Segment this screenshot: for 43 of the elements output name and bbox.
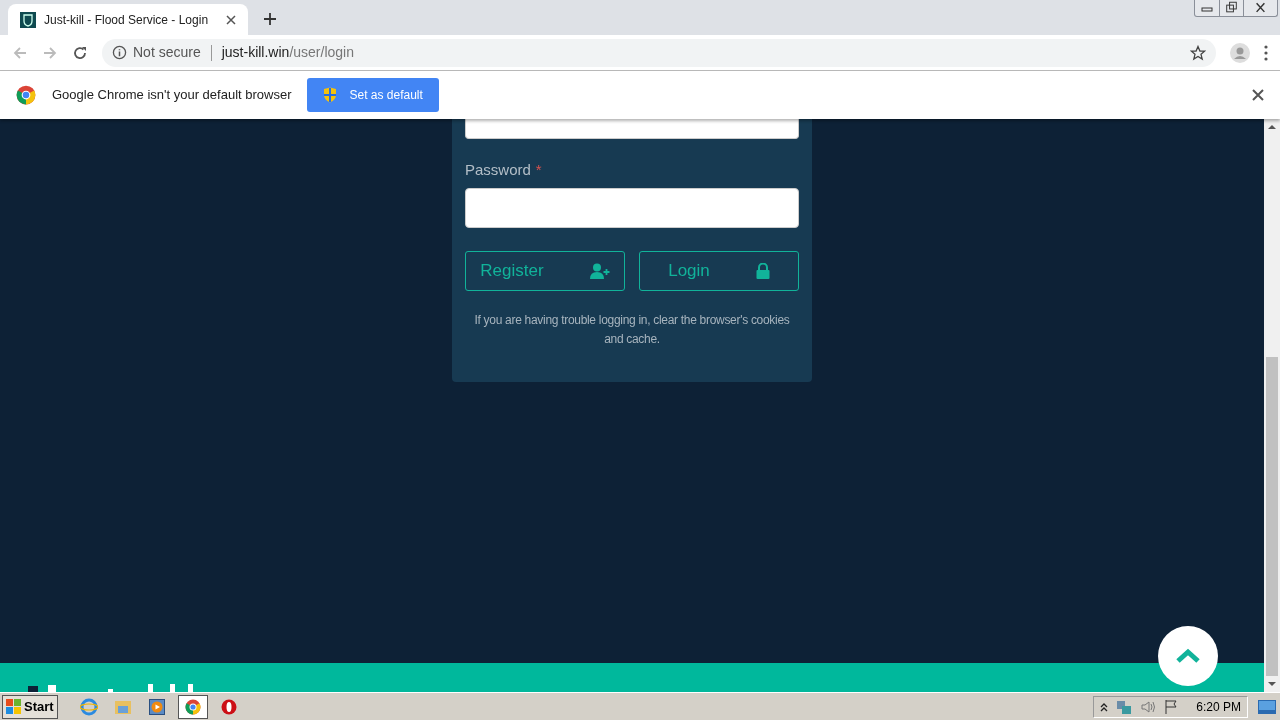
password-label: Password <box>465 160 531 180</box>
scroll-top-button[interactable] <box>1158 626 1218 686</box>
chrome-icon <box>16 85 36 105</box>
infobar-message: Google Chrome isn't your default browser <box>52 86 292 105</box>
shield-icon <box>20 11 36 28</box>
desktop-icon[interactable] <box>1258 699 1276 714</box>
shield-icon <box>323 87 338 103</box>
speaker-icon[interactable] <box>1140 698 1157 715</box>
opera-icon <box>220 698 237 715</box>
info-icon <box>112 45 127 60</box>
text-field[interactable] <box>465 119 799 139</box>
star-icon[interactable] <box>1190 44 1206 61</box>
tab-title: Just-kill - Flood Service - Login <box>44 11 210 29</box>
address-field[interactable]: Not secure just-kill.win/user/login <box>102 38 1216 67</box>
scrollbar[interactable] <box>1264 119 1280 692</box>
password-field[interactable] <box>465 187 799 228</box>
scroll-thumb[interactable] <box>1266 357 1278 676</box>
close-icon[interactable] <box>1252 89 1264 101</box>
close-icon[interactable] <box>226 14 236 25</box>
globe-icon <box>79 697 98 716</box>
register-button[interactable]: Register <box>465 250 625 291</box>
flag-icon[interactable] <box>1164 698 1179 715</box>
new-tab-icon[interactable] <box>264 13 276 25</box>
expand-icon[interactable] <box>1100 701 1109 712</box>
required-mark: * <box>535 160 542 180</box>
taskbar-app[interactable] <box>177 694 208 719</box>
set-default-button[interactable]: Set as default <box>307 78 439 112</box>
security-label: Not secure <box>133 43 201 62</box>
chrome-icon <box>184 698 201 715</box>
login-button[interactable]: Login <box>639 250 799 291</box>
chevron-up-icon <box>1175 648 1201 664</box>
profile-icon[interactable] <box>1230 42 1250 63</box>
play-icon <box>148 698 165 715</box>
reload-icon[interactable] <box>72 44 88 61</box>
browser-tab[interactable]: Just-kill - Flood Service - Login <box>8 4 248 35</box>
url-text: just-kill.win/user/login <box>221 43 354 62</box>
menu-icon[interactable] <box>1264 44 1268 61</box>
help-text: If you are having trouble logging in, clear the browser's cookies and cache. <box>473 311 791 348</box>
start-button[interactable]: Start <box>2 694 58 719</box>
lock-icon <box>755 262 770 279</box>
folder-icon <box>113 698 132 715</box>
windows-icon <box>6 698 22 715</box>
add-user-icon <box>589 262 610 279</box>
